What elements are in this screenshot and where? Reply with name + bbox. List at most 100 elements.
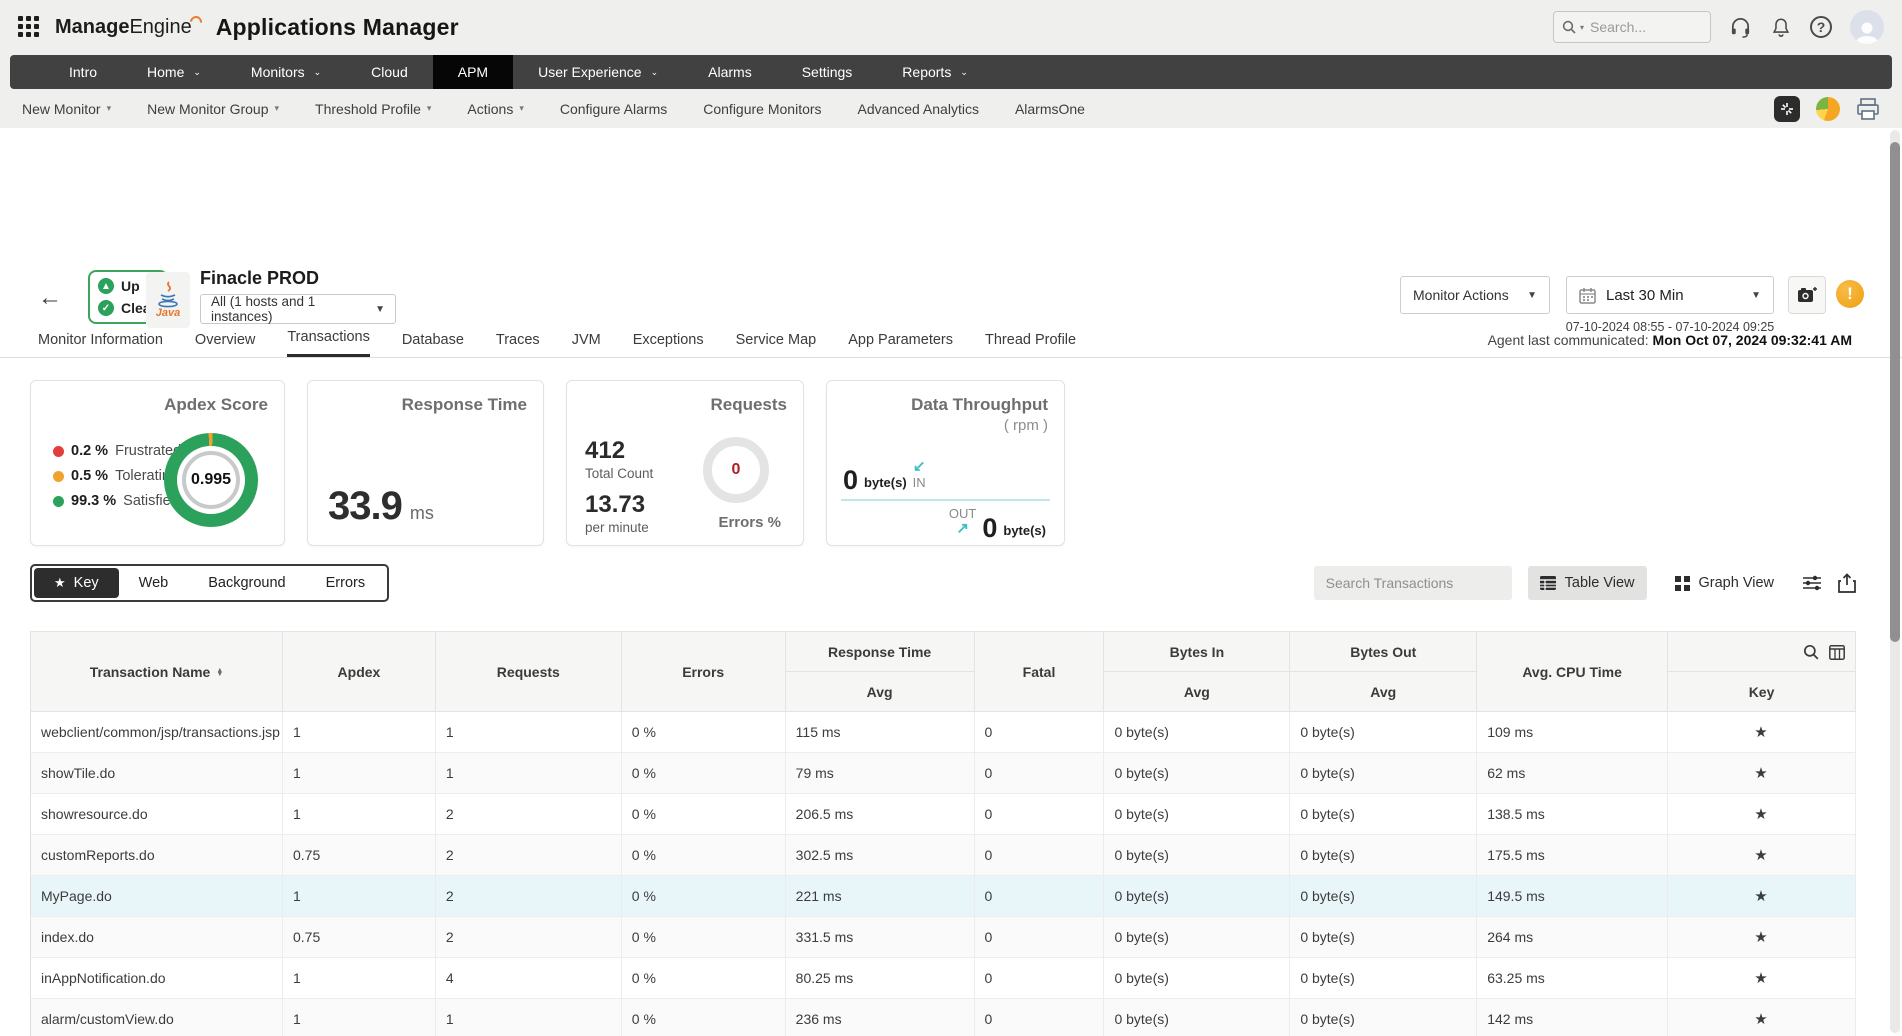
key-star-icon[interactable]: ★ (1668, 999, 1856, 1036)
filter-tab-background[interactable]: Background (188, 568, 305, 598)
advanced-analytics-link[interactable]: Advanced Analytics (858, 101, 979, 117)
key-star-icon[interactable]: ★ (1668, 753, 1856, 794)
global-search[interactable]: ▾ (1553, 11, 1711, 43)
nav-label: Cloud (371, 64, 408, 80)
cell-name[interactable]: webclient/common/jsp/transactions.jsp (31, 712, 283, 753)
filter-tab-key[interactable]: ★Key (34, 568, 119, 598)
manageengine-logo[interactable]: ManageEngine (55, 16, 202, 39)
nav-label: Monitors (251, 64, 305, 80)
instance-scope-select[interactable]: All (1 hosts and 1 instances) ▼ (200, 294, 396, 324)
threshold-profile-menu[interactable]: Threshold Profile▾ (315, 101, 431, 117)
tab-monitor-information[interactable]: Monitor Information (38, 332, 163, 357)
tab-service-map[interactable]: Service Map (736, 332, 817, 357)
key-star-icon[interactable]: ★ (1668, 958, 1856, 999)
transaction-search[interactable] (1314, 566, 1512, 600)
search-scope-caret-icon[interactable]: ▾ (1580, 23, 1584, 32)
alert-icon[interactable]: ! (1836, 280, 1864, 308)
tab-database[interactable]: Database (402, 332, 464, 357)
filter-tab-web[interactable]: Web (119, 568, 189, 598)
cell-name[interactable]: MyPage.do (31, 876, 283, 917)
key-star-icon[interactable]: ★ (1668, 876, 1856, 917)
app-grid-icon[interactable] (18, 16, 41, 39)
configure-alarms-link[interactable]: Configure Alarms (560, 101, 667, 117)
tab-exceptions[interactable]: Exceptions (633, 332, 704, 357)
nav-item-cloud[interactable]: Cloud (346, 55, 433, 89)
key-star-icon[interactable]: ★ (1668, 794, 1856, 835)
nav-item-settings[interactable]: Settings (777, 55, 878, 89)
graph-view-icon (1675, 576, 1690, 591)
col-bytes-out[interactable]: Bytes Out (1290, 632, 1477, 672)
vertical-scrollbar[interactable] (1890, 130, 1900, 1033)
tab-transactions[interactable]: Transactions (287, 329, 369, 357)
nav-item-home[interactable]: Home⌄ (122, 55, 226, 89)
new-monitor-group-menu[interactable]: New Monitor Group▾ (147, 101, 279, 117)
tab-app-parameters[interactable]: App Parameters (848, 332, 953, 357)
subnav-tools (1774, 96, 1880, 122)
time-range-select[interactable]: Last 30 Min ▼ (1566, 276, 1774, 314)
support-button[interactable] (1729, 16, 1752, 39)
tab-jvm[interactable]: JVM (572, 332, 601, 357)
pie-chart-icon[interactable] (1816, 97, 1840, 121)
cell-bytes-out-avg: 0 byte(s) (1290, 999, 1477, 1036)
cell-name[interactable]: alarm/customView.do (31, 999, 283, 1036)
snapshot-button[interactable] (1788, 276, 1826, 314)
export-icon[interactable] (1838, 573, 1856, 593)
global-search-input[interactable] (1588, 18, 1688, 36)
subcol-key[interactable]: Key (1668, 672, 1856, 712)
menu-label: New Monitor Group (147, 101, 268, 117)
monitor-actions-select[interactable]: Monitor Actions ▼ (1400, 276, 1550, 314)
help-button[interactable]: ? (1810, 16, 1832, 38)
subcol-bytes-in-avg[interactable]: Avg (1104, 672, 1290, 712)
col-avg-cpu-time[interactable]: Avg. CPU Time (1477, 632, 1668, 712)
settings-sliders-icon[interactable] (1802, 574, 1822, 592)
cell-name[interactable]: customReports.do (31, 835, 283, 876)
back-button[interactable]: ← (38, 286, 62, 310)
legend-value: 99.3 % (71, 493, 116, 509)
cell-name[interactable]: showresource.do (31, 794, 283, 835)
col-apdex[interactable]: Apdex (282, 632, 435, 712)
alarmsone-link[interactable]: AlarmsOne (1015, 101, 1085, 117)
key-star-icon[interactable]: ★ (1668, 835, 1856, 876)
col-fatal[interactable]: Fatal (974, 632, 1104, 712)
nav-item-alarms[interactable]: Alarms (683, 55, 777, 89)
filter-tab-errors[interactable]: Errors (306, 568, 385, 598)
nav-item-monitors[interactable]: Monitors⌄ (226, 55, 346, 89)
col-requests[interactable]: Requests (435, 632, 621, 712)
nav-item-intro[interactable]: Intro (44, 55, 122, 89)
scrollbar-thumb[interactable] (1890, 142, 1900, 642)
nav-item-reports[interactable]: Reports⌄ (877, 55, 993, 89)
tab-overview[interactable]: Overview (195, 332, 255, 357)
column-chooser-icon[interactable] (1829, 645, 1845, 660)
agent-label: Agent last communicated: (1488, 332, 1649, 348)
key-star-icon[interactable]: ★ (1668, 917, 1856, 958)
key-star-icon[interactable]: ★ (1668, 712, 1856, 753)
table-row: showTile.do110 %79 ms00 byte(s)0 byte(s)… (31, 753, 1856, 794)
subcol-bytes-out-avg[interactable]: Avg (1290, 672, 1477, 712)
cell-name[interactable]: showTile.do (31, 753, 283, 794)
print-icon[interactable] (1856, 98, 1880, 120)
col-errors[interactable]: Errors (621, 632, 785, 712)
subcol-rt-avg[interactable]: Avg (785, 672, 974, 712)
aperture-icon[interactable] (1774, 96, 1800, 122)
nav-item-apm[interactable]: APM (433, 55, 513, 89)
tab-thread-profile[interactable]: Thread Profile (985, 332, 1076, 357)
cell-name[interactable]: index.do (31, 917, 283, 958)
cell-name[interactable]: inAppNotification.do (31, 958, 283, 999)
table-search-icon[interactable] (1803, 644, 1819, 660)
transaction-search-input[interactable] (1324, 574, 1509, 592)
col-transaction-name[interactable]: Transaction Name▲▼ (31, 632, 283, 712)
cell-requests: 2 (435, 917, 621, 958)
new-monitor-menu[interactable]: New Monitor▾ (22, 101, 111, 117)
col-response-time[interactable]: Response Time (785, 632, 974, 672)
table-view-button[interactable]: Table View (1528, 566, 1647, 600)
cell-bytes-out-avg: 0 byte(s) (1290, 753, 1477, 794)
user-avatar[interactable] (1850, 10, 1884, 44)
sort-icon[interactable]: ▲▼ (216, 669, 223, 677)
configure-monitors-link[interactable]: Configure Monitors (703, 101, 821, 117)
tab-traces[interactable]: Traces (496, 332, 540, 357)
graph-view-button[interactable]: Graph View (1663, 566, 1787, 600)
col-bytes-in[interactable]: Bytes In (1104, 632, 1290, 672)
nav-item-user-experience[interactable]: User Experience⌄ (513, 55, 683, 89)
notifications-button[interactable] (1770, 16, 1792, 39)
actions-menu[interactable]: Actions▾ (467, 101, 523, 117)
